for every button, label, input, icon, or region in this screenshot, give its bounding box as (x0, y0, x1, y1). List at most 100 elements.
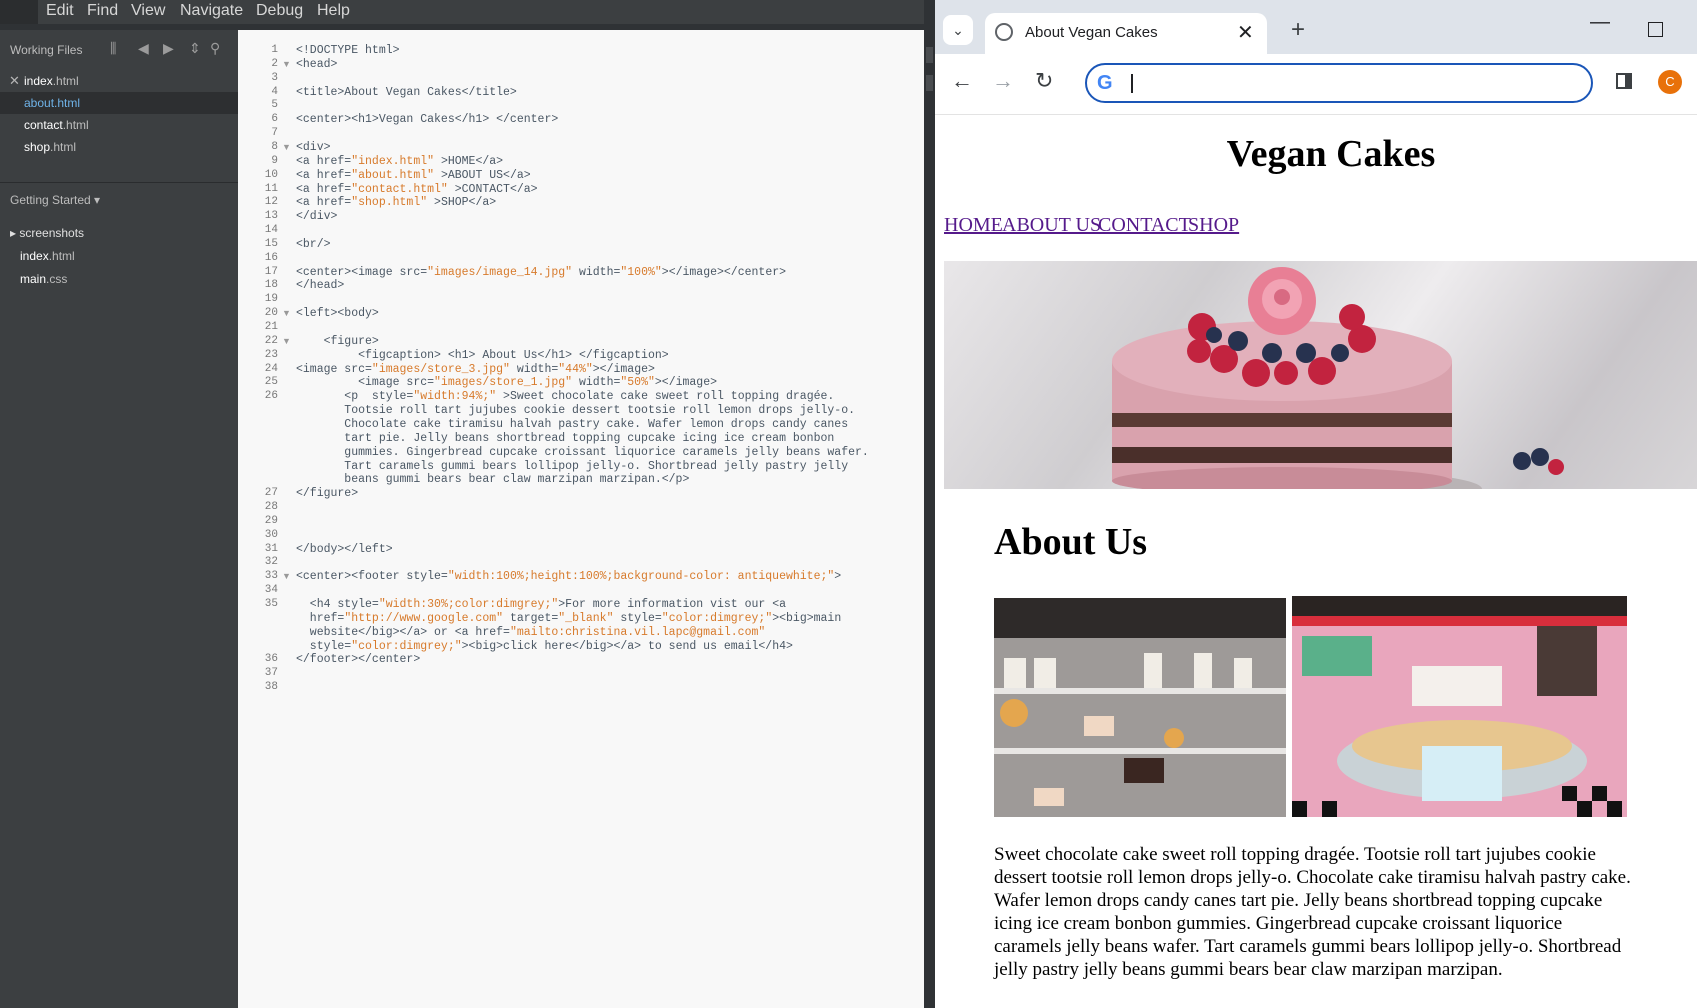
nav-link-about[interactable]: ABOUT US (1002, 214, 1101, 237)
line-number: 33 (264, 570, 278, 583)
working-file-about[interactable]: about.html (0, 92, 238, 114)
chevron-down-icon[interactable]: ⌄ (943, 15, 973, 45)
code-line: tart pie. Jelly beans shortbread topping… (296, 431, 835, 445)
page-viewport: Vegan Cakes HOME ABOUT US CONTACT SHOP A… (935, 115, 1697, 1008)
line-number: 6 (271, 113, 278, 126)
line-number: 10 (264, 168, 278, 181)
line-number: 17 (264, 265, 278, 278)
project-dropdown[interactable]: Getting Started ▾ (10, 193, 100, 207)
line-number: 32 (264, 556, 278, 569)
tree-file-main-css[interactable]: main.css (20, 272, 67, 286)
cake-illustration (1112, 267, 1564, 489)
code-line: <p style="width:94%;" >Sweet chocolate c… (296, 390, 835, 404)
brackets-editor: Edit Find View Navigate Debug Help Worki… (0, 0, 935, 1008)
back-icon[interactable]: ← (951, 68, 973, 94)
line-number: 3 (271, 71, 278, 84)
code-editor[interactable]: 1 <!DOCTYPE html> 2 ▼ <head> 3 4 <title>About V… (238, 30, 924, 1008)
menu-debug[interactable]: Debug (256, 2, 303, 20)
menu-find[interactable]: Find (87, 2, 118, 20)
file-extension: .html (62, 118, 89, 132)
code-line: </figure> (296, 487, 359, 501)
reload-icon[interactable]: ↻ (1035, 68, 1053, 94)
code-line: <center><image src="images/image_14.jpg"… (296, 265, 787, 279)
line-number: 30 (264, 528, 278, 541)
file-extension: .html (48, 249, 75, 263)
working-file-index[interactable]: ✕ index.html (0, 70, 238, 92)
nav-link-shop[interactable]: SHOP (1188, 214, 1239, 237)
hero-cake-image (944, 261, 1697, 489)
fold-arrow-icon[interactable]: ▼ (282, 571, 291, 581)
line-number: 9 (271, 154, 278, 167)
code-line: </head> (296, 279, 345, 293)
close-icon[interactable]: ✕ (9, 73, 20, 89)
line-number: 24 (264, 362, 278, 375)
arrow-right-icon[interactable]: ▶ (163, 40, 174, 57)
code-line: <center><h1>Vegan Cakes</h1> </center> (296, 113, 559, 127)
code-line: <center><footer style="width:100%;height… (296, 570, 842, 584)
nav-link-home[interactable]: HOME (944, 214, 1003, 237)
tree-file-index[interactable]: index.html (20, 249, 75, 263)
folder-screenshots[interactable]: ▸ screenshots (10, 226, 84, 240)
file-base-name: shop (24, 140, 51, 154)
arrow-left-icon[interactable]: ◀ (138, 40, 149, 57)
working-files-header: Working Files (10, 43, 83, 57)
fold-arrow-icon[interactable]: ▼ (282, 59, 291, 69)
line-number: 27 (264, 487, 278, 500)
side-panel-icon[interactable] (1616, 73, 1632, 89)
google-icon: G (1097, 72, 1113, 94)
code-line: style="color:dimgrey;"><big>click here</… (296, 639, 793, 653)
line-number: 20 (264, 307, 278, 320)
line-number: 2 (271, 57, 278, 70)
text-caret (1131, 74, 1133, 93)
menu-edit[interactable]: Edit (46, 2, 74, 20)
file-base-name: about (24, 96, 55, 110)
minimize-icon[interactable]: — (1590, 11, 1610, 34)
code-line: gummies. Gingerbread cupcake croissant l… (296, 445, 869, 459)
line-number: 12 (264, 196, 278, 209)
search-icon[interactable]: ⚲ (210, 40, 220, 57)
working-file-contact[interactable]: contact.html (0, 114, 238, 136)
sort-icon[interactable]: ⇕ (189, 40, 201, 57)
maximize-icon[interactable] (1648, 22, 1663, 37)
scroll-marker (926, 75, 933, 91)
line-number: 13 (264, 210, 278, 223)
plus-icon[interactable]: + (1291, 16, 1305, 44)
file-base-name: index (20, 249, 49, 263)
code-line: <title>About Vegan Cakes</title> (296, 85, 517, 99)
close-icon[interactable]: ✕ (1237, 20, 1254, 45)
code-line: <!DOCTYPE html> (296, 44, 400, 57)
fold-arrow-icon[interactable]: ▼ (282, 336, 291, 346)
file-base-name: contact (24, 118, 63, 132)
line-number: 15 (264, 237, 278, 250)
forward-icon[interactable]: → (992, 68, 1014, 94)
fold-arrow-icon[interactable]: ▼ (282, 308, 291, 318)
address-bar[interactable]: G (1085, 63, 1593, 103)
line-number: 19 (264, 293, 278, 306)
tab-title: About Vegan Cakes (1025, 24, 1158, 41)
nav-link-contact[interactable]: CONTACT (1098, 214, 1191, 237)
menu-navigate[interactable]: Navigate (180, 2, 243, 20)
line-number: 31 (264, 542, 278, 555)
code-line: <a href="contact.html" >CONTACT</a> (296, 182, 538, 196)
fold-arrow-icon[interactable]: ▼ (282, 142, 291, 152)
split-view-icon[interactable]: ⫼ (110, 40, 116, 57)
store-display-case-image (994, 598, 1286, 817)
line-number: 18 (264, 279, 278, 292)
line-number: 21 (264, 321, 278, 333)
menu-view[interactable]: View (131, 2, 165, 20)
code-line: </footer></center> (296, 653, 421, 667)
code-line: <div> (296, 140, 331, 154)
working-file-shop[interactable]: shop.html (0, 136, 238, 158)
code-line: <br/> (296, 237, 331, 251)
file-extension: .html (54, 96, 81, 110)
line-number: 11 (264, 182, 278, 195)
code-line: Tart caramels gummi bears lollipop jelly… (296, 459, 849, 473)
menu-bar: Edit Find View Navigate Debug Help (0, 0, 935, 24)
avatar[interactable]: C (1658, 70, 1682, 94)
file-extension: .css (46, 272, 68, 286)
line-number: 22 (264, 334, 278, 347)
menu-help[interactable]: Help (317, 2, 350, 20)
file-extension: .html (52, 74, 79, 88)
browser-tab[interactable]: About Vegan Cakes ✕ (985, 13, 1267, 54)
code-line: <figure> (296, 334, 379, 348)
